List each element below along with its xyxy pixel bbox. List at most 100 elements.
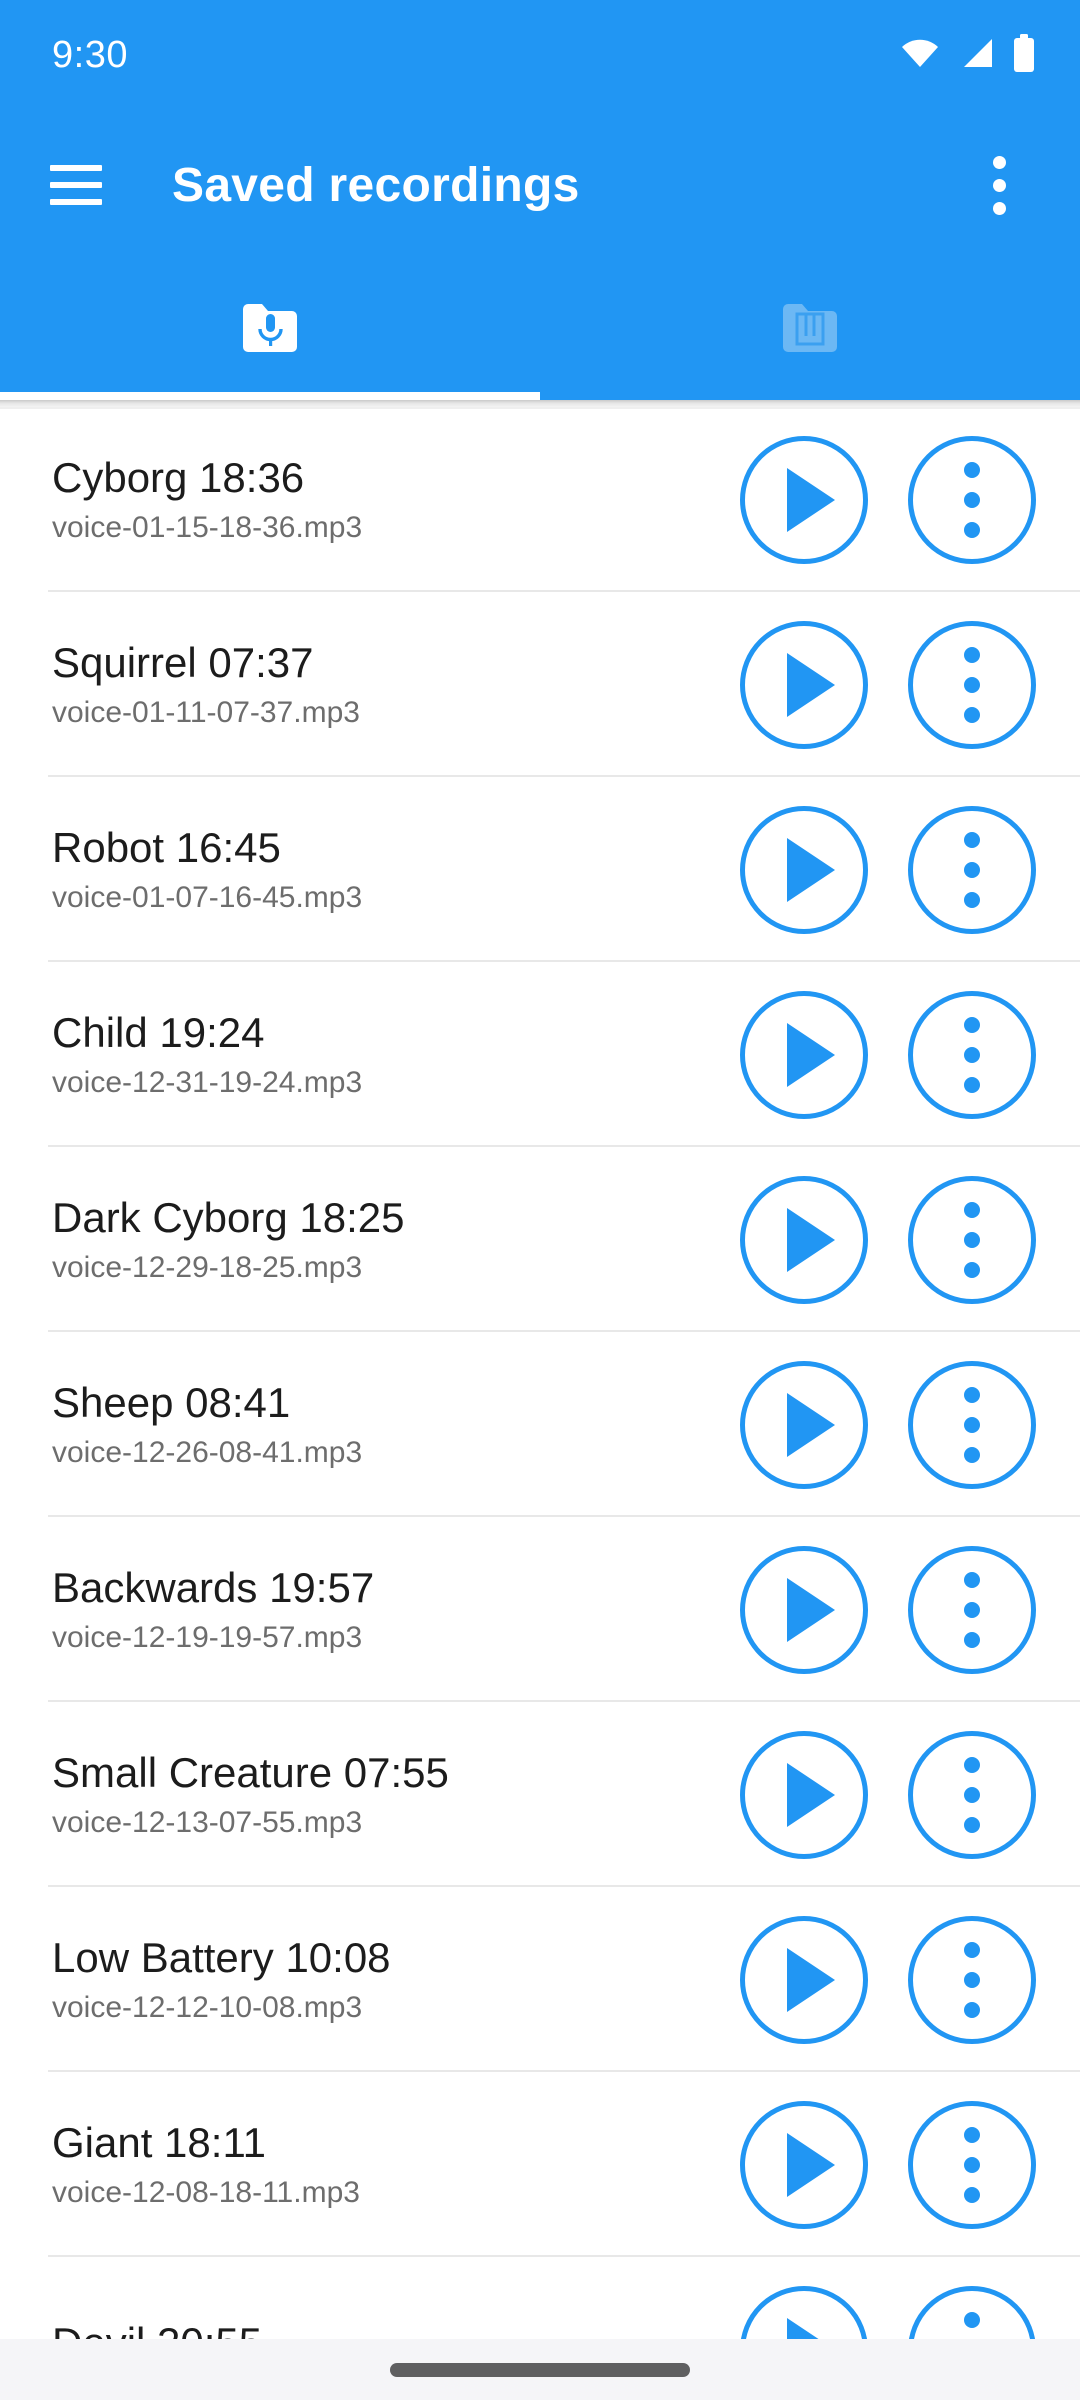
play-button[interactable] bbox=[740, 2100, 868, 2229]
row-overflow-button[interactable] bbox=[908, 1545, 1036, 1674]
overflow-dot bbox=[964, 891, 980, 908]
recording-filename: voice-12-12-10-08.mp3 bbox=[52, 1990, 363, 2024]
overflow-menu-icon bbox=[964, 2126, 980, 2203]
overflow-dot bbox=[964, 1076, 980, 1093]
overflow-dot bbox=[964, 1446, 980, 1463]
row-overflow-button[interactable] bbox=[908, 805, 1036, 934]
play-icon bbox=[787, 2132, 835, 2197]
overflow-dot bbox=[964, 491, 980, 508]
recording-actions bbox=[740, 1545, 1036, 1674]
play-button[interactable] bbox=[740, 1360, 868, 1489]
play-button[interactable] bbox=[740, 990, 868, 1119]
recording-row[interactable]: Child 19:24 voice-12-31-19-24.mp3 bbox=[0, 962, 1080, 1147]
overflow-menu-icon bbox=[964, 831, 980, 908]
overflow-dot bbox=[992, 155, 1006, 169]
recording-filename: voice-12-19-19-57.mp3 bbox=[52, 1620, 363, 1654]
overflow-dot bbox=[964, 861, 980, 878]
row-overflow-button[interactable] bbox=[908, 1730, 1036, 1859]
overflow-dot bbox=[964, 706, 980, 723]
recording-actions bbox=[740, 990, 1036, 1119]
recording-filename: voice-12-29-18-25.mp3 bbox=[52, 1250, 363, 1284]
play-icon bbox=[787, 1022, 835, 1087]
recording-row[interactable]: Cyborg 18:36 voice-01-15-18-36.mp3 bbox=[0, 407, 1080, 592]
status-clock: 9:30 bbox=[52, 34, 128, 76]
play-button[interactable] bbox=[740, 805, 868, 934]
overflow-dot bbox=[964, 646, 980, 663]
play-button[interactable] bbox=[740, 620, 868, 749]
recording-filename: voice-12-31-19-24.mp3 bbox=[52, 1065, 363, 1099]
cellular-signal-icon bbox=[958, 38, 994, 73]
recording-row[interactable]: Backwards 19:57 voice-12-19-19-57.mp3 bbox=[0, 1517, 1080, 1702]
play-button[interactable] bbox=[740, 1545, 868, 1674]
row-overflow-button[interactable] bbox=[908, 435, 1036, 564]
recording-row[interactable]: Squirrel 07:37 voice-01-11-07-37.mp3 bbox=[0, 592, 1080, 777]
recording-row[interactable]: Dark Cyborg 18:25 voice-12-29-18-25.mp3 bbox=[0, 1147, 1080, 1332]
recording-actions bbox=[740, 1360, 1036, 1489]
overflow-menu-icon bbox=[964, 461, 980, 538]
recording-actions bbox=[740, 620, 1036, 749]
row-overflow-button[interactable] bbox=[908, 1915, 1036, 2044]
recording-text: Dark Cyborg 18:25 voice-12-29-18-25.mp3 bbox=[52, 1193, 740, 1284]
recording-row[interactable]: Giant 18:11 voice-12-08-18-11.mp3 bbox=[0, 2072, 1080, 2257]
play-button[interactable] bbox=[740, 1915, 868, 2044]
status-icon-group bbox=[900, 33, 1036, 77]
recording-row[interactable]: Robot 16:45 voice-01-07-16-45.mp3 bbox=[0, 777, 1080, 962]
folder-microphone-icon bbox=[239, 297, 301, 364]
overflow-dot bbox=[964, 2156, 980, 2173]
hamburger-menu-icon[interactable] bbox=[50, 165, 102, 205]
recording-row[interactable]: Small Creature 07:55 voice-12-13-07-55.mp… bbox=[0, 1702, 1080, 1887]
play-button[interactable] bbox=[740, 1730, 868, 1859]
recording-actions bbox=[740, 805, 1036, 934]
recording-text: Robot 16:45 voice-01-07-16-45.mp3 bbox=[52, 823, 740, 914]
recording-filename: voice-12-13-07-55.mp3 bbox=[52, 1805, 363, 1839]
recording-row[interactable]: Sheep 08:41 voice-12-26-08-41.mp3 bbox=[0, 1332, 1080, 1517]
overflow-dot bbox=[964, 2126, 980, 2143]
overflow-menu-icon bbox=[964, 1756, 980, 1833]
recording-filename: voice-12-08-18-11.mp3 bbox=[52, 2175, 360, 2209]
play-icon bbox=[787, 1947, 835, 2012]
recording-text: Squirrel 07:37 voice-01-11-07-37.mp3 bbox=[52, 638, 740, 729]
overflow-dot bbox=[992, 201, 1006, 215]
recordings-list[interactable]: Cyborg 18:36 voice-01-15-18-36.mp3 Squirre… bbox=[0, 407, 1080, 2400]
overflow-dot bbox=[964, 1971, 980, 1988]
recording-title: Backwards 19:57 bbox=[52, 1563, 375, 1611]
recording-title: Low Battery 10:08 bbox=[52, 1933, 391, 1981]
recording-title: Dark Cyborg 18:25 bbox=[52, 1193, 405, 1241]
recording-title: Robot 16:45 bbox=[52, 823, 281, 871]
recording-text: Low Battery 10:08 voice-12-12-10-08.mp3 bbox=[52, 1933, 740, 2024]
app-bar: Saved recordings bbox=[0, 110, 1080, 260]
recording-row[interactable]: Low Battery 10:08 voice-12-12-10-08.mp3 bbox=[0, 1887, 1080, 2072]
recording-title: Giant 18:11 bbox=[52, 2118, 267, 2166]
row-overflow-button[interactable] bbox=[908, 1175, 1036, 1304]
row-overflow-button[interactable] bbox=[908, 1360, 1036, 1489]
row-overflow-button[interactable] bbox=[908, 2100, 1036, 2229]
overflow-dot bbox=[964, 1201, 980, 1218]
overflow-dot bbox=[964, 521, 980, 538]
recording-actions bbox=[740, 2100, 1036, 2229]
recording-title: Squirrel 07:37 bbox=[52, 638, 314, 686]
hamburger-line bbox=[50, 199, 102, 205]
row-overflow-button[interactable] bbox=[908, 990, 1036, 1119]
status-bar: 9:30 bbox=[0, 0, 1080, 110]
play-icon bbox=[787, 467, 835, 532]
play-button[interactable] bbox=[740, 435, 868, 564]
wifi-icon bbox=[900, 38, 940, 73]
overflow-menu-icon bbox=[964, 1571, 980, 1648]
overflow-dot bbox=[964, 1231, 980, 1248]
recording-text: Backwards 19:57 voice-12-19-19-57.mp3 bbox=[52, 1563, 740, 1654]
overflow-dot bbox=[964, 2311, 980, 2328]
home-gesture-handle[interactable] bbox=[390, 2362, 690, 2377]
tab-music-files[interactable] bbox=[540, 260, 1080, 400]
recording-actions bbox=[740, 1730, 1036, 1859]
recording-text: Cyborg 18:36 voice-01-15-18-36.mp3 bbox=[52, 455, 740, 544]
play-icon bbox=[787, 1577, 835, 1642]
play-icon bbox=[787, 1207, 835, 1272]
row-overflow-button[interactable] bbox=[908, 620, 1036, 749]
play-icon bbox=[787, 1762, 835, 1827]
play-button[interactable] bbox=[740, 1175, 868, 1304]
recording-actions bbox=[740, 1915, 1036, 2044]
overflow-dot bbox=[964, 1816, 980, 1833]
overflow-menu-icon[interactable] bbox=[964, 140, 1034, 230]
tab-voice-recordings[interactable] bbox=[0, 260, 540, 400]
overflow-dot bbox=[964, 461, 980, 478]
